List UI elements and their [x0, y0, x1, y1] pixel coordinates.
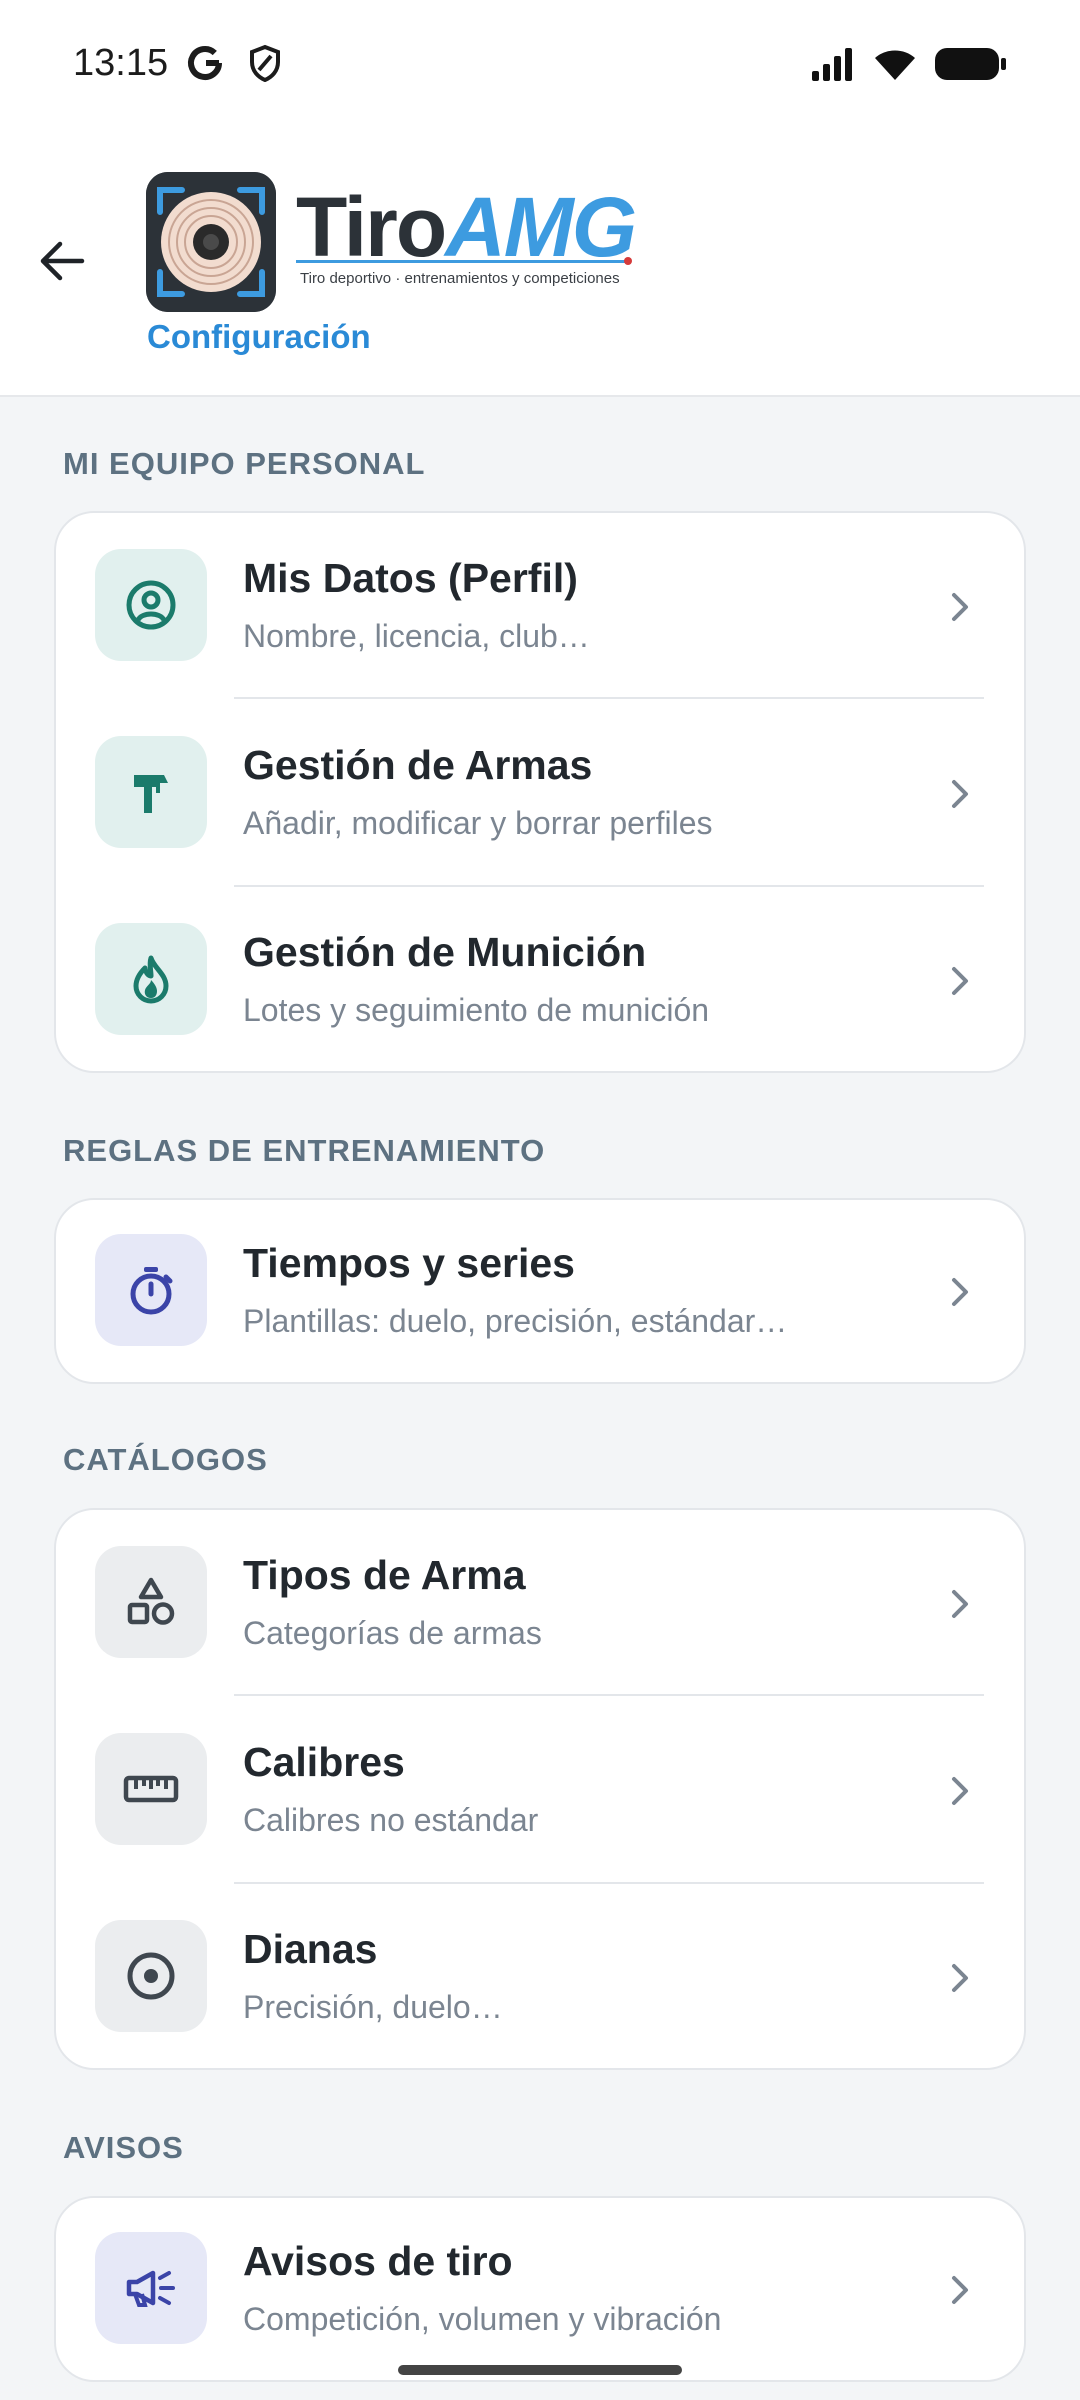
- app-logo: [146, 172, 276, 312]
- chevron-right-icon: [952, 1590, 968, 1618]
- item-title: Mis Datos (Perfil): [243, 555, 578, 601]
- item-desc: Competición, volumen y vibración: [243, 2301, 722, 2337]
- item-desc: Calibres no estándar: [243, 1802, 539, 1838]
- chevron-right-icon: [952, 967, 968, 995]
- chevron-right-icon: [952, 1278, 968, 1306]
- item-title: Gestión de Armas: [243, 742, 593, 788]
- signal-icon: [812, 48, 852, 81]
- status-bar: 13:15: [0, 0, 1080, 130]
- list-item-tipos-arma[interactable]: Tipos de Arma Categorías de armas: [56, 1510, 1024, 1698]
- user-circle-icon: [126, 580, 176, 630]
- section-title-equipo: MI EQUIPO PERSONAL: [63, 446, 426, 481]
- item-desc: Categorías de armas: [243, 1615, 542, 1651]
- list-item-municion[interactable]: Gestión de Munición Lotes y seguimiento …: [56, 887, 1024, 1075]
- section-title-reglas: REGLAS DE ENTRENAMIENTO: [63, 1133, 546, 1168]
- list-item-armas[interactable]: Gestión de Armas Añadir, modificar y bor…: [56, 700, 1024, 888]
- item-title: Gestión de Munición: [243, 929, 647, 975]
- list-item-dianas[interactable]: Dianas Precisión, duelo…: [56, 1884, 1024, 2072]
- item-title: Avisos de tiro: [243, 2238, 513, 2284]
- list-item-tiempos[interactable]: Tiempos y series Plantillas: duelo, prec…: [56, 1198, 1024, 1386]
- card-catalogos: Tipos de Arma Categorías de armas Calibr…: [54, 1508, 1026, 2070]
- status-time: 13:15: [73, 42, 169, 84]
- brand-tagline-wrap: Tiro deportivo · entrenamientos y compet…: [296, 257, 635, 287]
- brand-tagline: Tiro deportivo · entrenamientos y compet…: [300, 270, 620, 287]
- battery-icon: [935, 48, 1006, 80]
- item-desc: Precisión, duelo…: [243, 1989, 503, 2025]
- item-desc: Nombre, licencia, club…: [243, 618, 590, 654]
- item-title: Calibres: [243, 1739, 405, 1785]
- megaphone-icon: [126, 2270, 175, 2307]
- list-item-calibres[interactable]: Calibres Calibres no estándar: [56, 1697, 1024, 1885]
- wifi-icon: [875, 50, 915, 80]
- chevron-right-icon: [952, 2276, 968, 2304]
- item-title: Tipos de Arma: [243, 1552, 526, 1598]
- chevron-right-icon: [952, 1964, 968, 1992]
- brand-wordmark: TiroAMG Tiro deportivo · entrenamientos …: [296, 182, 637, 287]
- home-indicator[interactable]: [398, 2365, 682, 2375]
- card-equipo: Mis Datos (Perfil) Nombre, licencia, clu…: [54, 511, 1026, 1073]
- card-avisos: Avisos de tiro Competición, volumen y vi…: [54, 2196, 1026, 2382]
- shield-icon: [250, 44, 280, 82]
- chevron-right-icon: [952, 780, 968, 808]
- list-item-mis-datos[interactable]: Mis Datos (Perfil) Nombre, licencia, clu…: [56, 513, 1024, 701]
- item-desc: Añadir, modificar y borrar perfiles: [243, 805, 713, 841]
- target-logo-icon: [146, 172, 276, 312]
- list-item-avisos-tiro[interactable]: Avisos de tiro Competición, volumen y vi…: [56, 2196, 1024, 2384]
- shapes-icon: [127, 1577, 175, 1625]
- item-desc: Plantillas: duelo, precisión, estándar…: [243, 1303, 788, 1339]
- section-title-catalogos: CATÁLOGOS: [63, 1442, 268, 1477]
- ruler-icon: [123, 1775, 179, 1803]
- chevron-right-icon: [952, 593, 968, 621]
- back-arrow-icon[interactable]: [36, 235, 88, 287]
- hammer-icon: [134, 775, 168, 813]
- card-reglas: Tiempos y series Plantillas: duelo, prec…: [54, 1198, 1026, 1384]
- page-subtitle: Configuración: [147, 318, 371, 355]
- item-title: Tiempos y series: [243, 1240, 575, 1286]
- target-icon: [127, 1952, 175, 2000]
- timer-icon: [130, 1267, 173, 1315]
- chevron-right-icon: [952, 1777, 968, 1805]
- flame-icon: [133, 955, 169, 1004]
- item-title: Dianas: [243, 1926, 378, 1972]
- item-desc: Lotes y seguimiento de munición: [243, 992, 710, 1028]
- google-icon: [188, 46, 222, 80]
- app-header: TiroAMG Tiro deportivo · entrenamientos …: [0, 130, 1080, 397]
- section-title-avisos: AVISOS: [63, 2130, 184, 2165]
